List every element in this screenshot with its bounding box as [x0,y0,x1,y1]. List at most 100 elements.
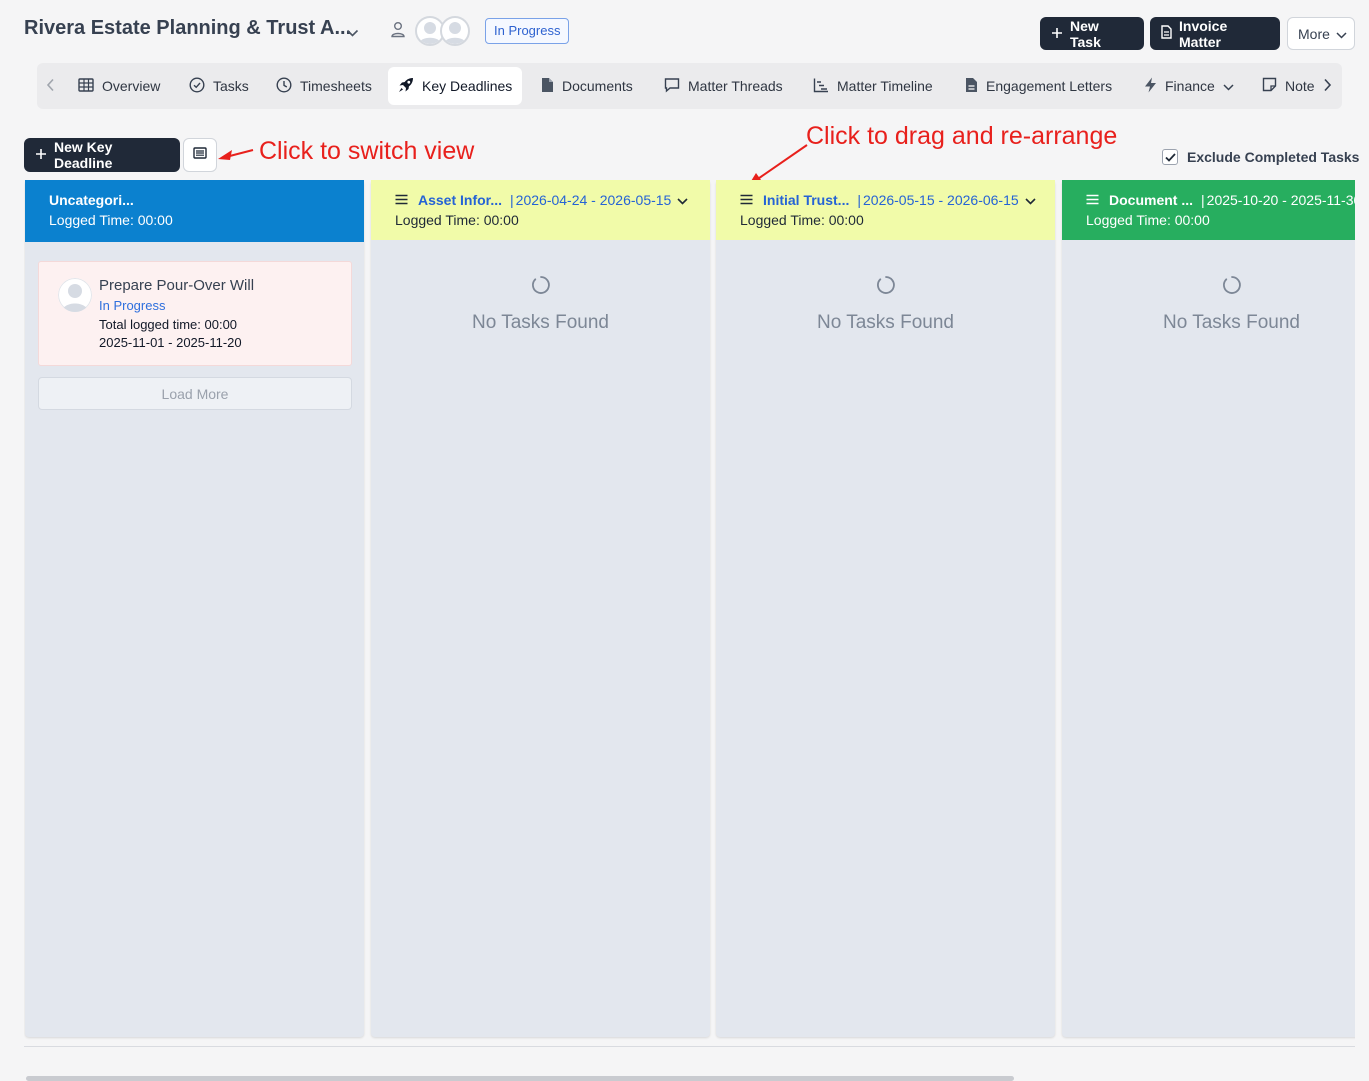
table-icon [78,77,94,95]
task-dates: 2025-11-01 - 2025-11-20 [99,335,242,350]
tab-label: Note [1285,78,1315,94]
column-title[interactable]: Uncategori... [49,192,134,208]
empty-message: No Tasks Found [1163,312,1300,333]
load-more-button[interactable]: Load More [38,377,352,410]
deadline-column: Uncategori... Logged Time: 00:00 Prepare… [25,180,364,1037]
switch-view-button[interactable] [183,138,217,172]
tab-overview[interactable]: Overview [68,67,170,105]
annotation-switch-view: Click to switch view [259,137,475,165]
timeline-icon [813,77,829,96]
tab-label: Timesheets [300,78,372,94]
matter-header: Rivera Estate Planning & Trust A... In P… [0,0,1369,62]
tab-label: Matter Threads [688,78,783,94]
chevron-down-icon[interactable] [677,192,688,208]
chevron-down-icon [1223,78,1234,94]
rocket-icon [398,77,414,96]
column-header: Initial Trust... | 2026-05-15 - 2026-06-1… [716,180,1055,240]
tab-label: Matter Timeline [837,78,933,94]
horizontal-scrollbar[interactable] [26,1076,1014,1081]
deadline-column: Initial Trust... | 2026-05-15 - 2026-06-1… [716,180,1055,1037]
tab-matter-timeline[interactable]: Matter Timeline [803,67,943,105]
assignee-avatars[interactable] [415,16,475,46]
clock-icon [276,76,292,96]
tab-label: Overview [102,78,161,94]
chat-icon [664,77,680,96]
new-key-deadline-button[interactable]: New Key Deadline [24,138,180,172]
task-card[interactable]: Prepare Pour-Over Will In Progress Total… [38,261,352,366]
tab-label: Tasks [213,78,249,94]
tab-timesheets[interactable]: Timesheets [266,67,382,105]
letter-icon [965,77,978,96]
tab-matter-threads[interactable]: Matter Threads [654,67,793,105]
drag-handle-icon[interactable] [1086,192,1099,208]
column-logged-time: Logged Time: 00:00 [49,212,173,228]
lightning-icon [1144,77,1157,96]
column-dates: | 2025-10-20 - 2025-11-30 [1201,192,1355,208]
column-header: Document ... | 2025-10-20 - 2025-11-30 Lo… [1062,180,1355,240]
empty-state: No Tasks Found [1062,275,1355,334]
matter-tabs: Overview Tasks Timesheets Key Deadlines … [37,63,1342,109]
tab-finance[interactable]: Finance [1134,67,1244,105]
chevron-right-icon[interactable] [1323,78,1332,97]
exclude-completed-label: Exclude Completed Tasks [1187,149,1360,165]
column-title[interactable]: Initial Trust... [763,192,849,208]
avatar[interactable] [440,16,470,46]
matter-title[interactable]: Rivera Estate Planning & Trust A... [24,17,351,40]
empty-state: No Tasks Found [716,275,1055,334]
exclude-completed-checkbox[interactable] [1162,149,1178,165]
check-circle-icon [189,76,205,96]
tab-documents[interactable]: Documents [531,67,643,105]
new-task-label: New Task [1070,17,1101,50]
new-task-button[interactable]: New Task [1040,17,1144,50]
board-divider [24,1046,1355,1047]
tab-label: Documents [562,78,633,94]
column-title[interactable]: Asset Infor... [418,192,502,208]
more-label: More [1298,25,1330,42]
chevron-down-icon [1336,26,1347,42]
chevron-left-icon[interactable] [46,78,55,97]
column-logged-time: Logged Time: 00:00 [395,212,519,228]
status-badge[interactable]: In Progress [485,18,570,44]
spinner-icon [1062,275,1355,300]
note-icon [1262,77,1277,95]
drag-handle-icon[interactable] [395,192,408,208]
annotation-drag: Click to drag and re-arrange [806,122,1118,150]
column-logged-time: Logged Time: 00:00 [1086,212,1210,228]
exclude-completed-toggle[interactable]: Exclude Completed Tasks [1162,149,1359,165]
deadline-column: Document ... | 2025-10-20 - 2025-11-30 Lo… [1062,180,1355,1037]
empty-state: No Tasks Found [371,275,710,334]
invoice-icon [1161,25,1172,42]
task-title[interactable]: Prepare Pour-Over Will [99,277,254,294]
tab-engagement-letters[interactable]: Engagement Letters [955,67,1122,105]
user-icon[interactable] [390,21,406,43]
tab-label: Finance [1165,78,1215,94]
spinner-icon [371,275,710,300]
column-header: Asset Infor... | 2026-04-24 - 2026-05-15 … [371,180,710,240]
avatar [58,278,92,312]
empty-message: No Tasks Found [472,312,609,333]
more-button[interactable]: More [1287,17,1355,50]
drag-handle-icon[interactable] [740,192,753,208]
tab-label: Engagement Letters [986,78,1113,94]
column-dates: | 2026-05-15 - 2026-06-15 [857,192,1019,208]
chevron-down-icon[interactable] [1025,192,1036,208]
spinner-icon [716,275,1055,300]
task-logged-time: Total logged time: 00:00 [99,317,238,332]
new-key-deadline-label: New Key Deadline [54,139,113,171]
plus-icon [35,147,47,163]
deadline-column: Asset Infor... | 2026-04-24 - 2026-05-15 … [371,180,710,1037]
tab-label: Key Deadlines [422,78,513,94]
invoice-matter-button[interactable]: Invoice Matter [1150,17,1280,50]
column-title[interactable]: Document ... [1109,192,1193,208]
tab-tasks[interactable]: Tasks [179,67,259,105]
chevron-down-icon[interactable] [346,25,359,43]
document-icon [541,77,554,96]
empty-message: No Tasks Found [817,312,954,333]
tab-note[interactable]: Note [1252,67,1325,105]
column-dates: | 2026-04-24 - 2026-05-15 [510,192,672,208]
deadline-board: Uncategori... Logged Time: 00:00 Prepare… [24,180,1355,1040]
list-view-icon [193,146,207,164]
plus-icon [1051,26,1063,42]
column-logged-time: Logged Time: 00:00 [740,212,864,228]
tab-key-deadlines[interactable]: Key Deadlines [388,67,523,105]
